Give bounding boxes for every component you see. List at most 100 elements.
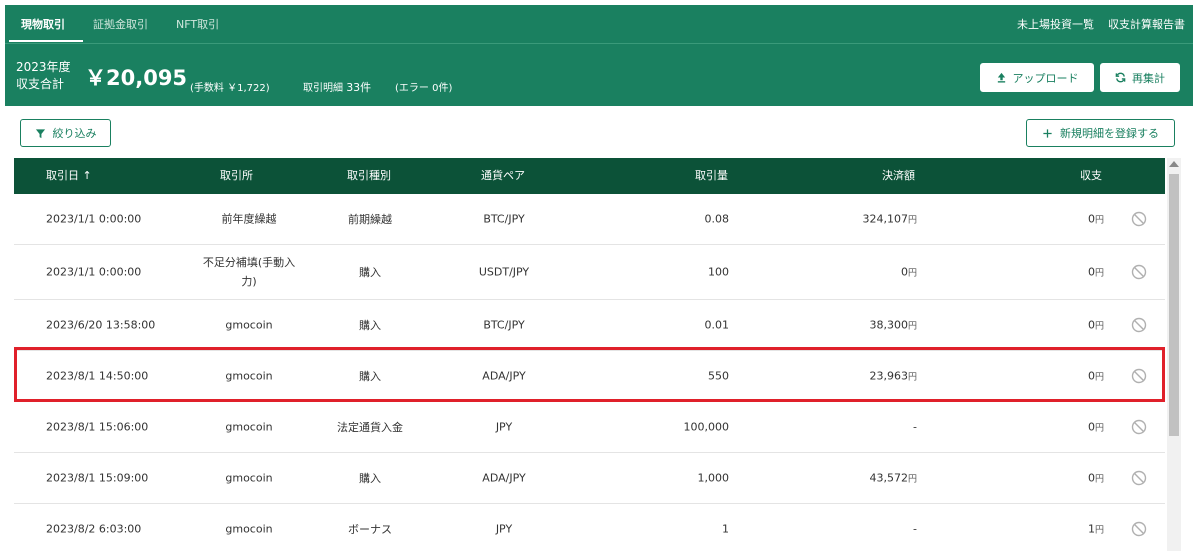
row-qty: 1 — [722, 522, 729, 536]
upload-button[interactable]: アップロード — [980, 63, 1094, 92]
table-row[interactable]: 2023/6/20 13:58:00 gmocoin 購入 BTC/JPY 0.01 38… — [14, 300, 1165, 351]
row-profit-value: 0 — [1087, 369, 1095, 383]
col-settle[interactable]: 決済額 — [882, 158, 915, 194]
row-profit-unit: 円 — [1094, 372, 1104, 383]
top-links: 未上場投資一覧 収支計算報告書 — [1011, 5, 1193, 43]
row-settle: 43,572円 — [774, 472, 917, 485]
row-profit-value: 0 — [1087, 471, 1095, 485]
row-type: 購入 — [359, 319, 381, 332]
disable-icon[interactable] — [1131, 211, 1147, 227]
table-row[interactable]: 2023/8/2 6:03:00 gmocoin ボーナス JPY 1-1円 — [14, 504, 1165, 551]
row-exchange-line1: gmocoin — [225, 420, 273, 434]
row-exchange-line1: 不足分補填(手動入 — [202, 256, 296, 269]
row-qty: 0.08 — [704, 212, 730, 226]
year-label: 2023年度 収支合計 — [16, 59, 71, 93]
tab-spot[interactable]: 現物取引 — [5, 5, 83, 43]
transactions-table: 取引日 ↑ 取引所 取引種別 通貨ペア 取引量 決済額 収支 2023/1/1 … — [14, 158, 1165, 551]
col-profit[interactable]: 収支 — [1080, 158, 1102, 194]
row-settle-unit: 円 — [907, 372, 917, 383]
table-header: 取引日 ↑ 取引所 取引種別 通貨ペア 取引量 決済額 収支 — [14, 158, 1165, 194]
row-qty: 100,000 — [683, 420, 730, 434]
row-profit-unit: 円 — [1094, 423, 1104, 434]
tab-margin[interactable]: 証拠金取引 — [79, 5, 162, 43]
refresh-icon — [1115, 72, 1126, 83]
row-exchange-line1: 前年度繰越 — [221, 212, 277, 226]
disable-icon[interactable] — [1131, 419, 1147, 435]
add-entry-button[interactable]: 新規明細を登録する — [1026, 119, 1175, 147]
row-type: 法定通貨入金 — [337, 421, 403, 434]
row-pair: JPY — [495, 522, 513, 536]
table-row[interactable]: 2023/8/1 15:09:00 gmocoin 購入 ADA/JPY 1,000 43… — [14, 453, 1165, 504]
row-exchange-line1: gmocoin — [225, 369, 273, 383]
row-profit-unit: 円 — [1094, 215, 1104, 226]
tab-nft[interactable]: NFT取引 — [162, 5, 233, 43]
total-label: 収支合計 — [16, 77, 65, 91]
detail-count-value: 33件 — [346, 81, 372, 94]
scrollbar-thumb[interactable] — [1169, 174, 1179, 436]
row-profit: 1円 — [1014, 523, 1104, 536]
row-date: 2023/8/1 14:50:00 — [46, 369, 149, 383]
disable-icon[interactable] — [1131, 521, 1147, 537]
col-pair[interactable]: 通貨ペア — [481, 158, 525, 194]
row-settle: 324,107円 — [774, 213, 917, 226]
fee-text: (手数料 ￥1,722) — [190, 83, 270, 94]
disable-icon[interactable] — [1131, 317, 1147, 333]
disable-icon[interactable] — [1131, 470, 1147, 486]
row-profit-unit: 円 — [1094, 321, 1104, 332]
row-qty: 0.01 — [704, 318, 730, 332]
table-row[interactable]: 2023/1/1 0:00:00 不足分補填(手動入 力) 購入 USDT/JPY 100… — [14, 245, 1165, 300]
row-exchange: 不足分補填(手動入 力) — [174, 253, 324, 291]
col-exchange[interactable]: 取引所 — [220, 158, 253, 194]
row-exchange-line1: gmocoin — [225, 471, 273, 485]
detail-count: 取引明細 33件 — [303, 79, 371, 95]
row-settle-unit: 円 — [907, 215, 917, 226]
row-settle-unit: 円 — [907, 474, 917, 485]
scroll-up-arrow[interactable] — [1169, 161, 1179, 167]
col-date[interactable]: 取引日 ↑ — [46, 158, 92, 194]
row-date: 2023/8/2 6:03:00 — [46, 522, 142, 536]
upload-icon — [997, 72, 1005, 83]
row-profit-unit: 円 — [1094, 525, 1104, 536]
col-type[interactable]: 取引種別 — [347, 158, 391, 194]
row-settle: 0円 — [774, 266, 917, 279]
table-body: 2023/1/1 0:00:00 前年度繰越 前期繰越 BTC/JPY 0.08 324,… — [14, 194, 1165, 551]
plus-icon — [1043, 128, 1052, 138]
row-profit-unit: 円 — [1094, 474, 1104, 485]
report-link[interactable]: 収支計算報告書 — [1102, 5, 1193, 43]
row-profit-unit: 円 — [1094, 268, 1104, 279]
filter-button[interactable]: 絞り込み — [20, 119, 111, 147]
row-profit: 0円 — [1014, 421, 1104, 434]
row-exchange: gmocoin — [174, 367, 324, 386]
disable-icon[interactable] — [1131, 264, 1147, 280]
row-exchange: gmocoin — [174, 520, 324, 539]
row-type: 購入 — [359, 370, 381, 383]
detail-label: 取引明細 — [303, 83, 343, 94]
row-settle: 23,963円 — [774, 370, 917, 383]
row-settle: - — [774, 523, 917, 536]
row-exchange-line1: gmocoin — [225, 522, 273, 536]
app-root: 現物取引 証拠金取引 NFT取引 未上場投資一覧 収支計算報告書 2023年度 … — [0, 0, 1195, 551]
row-settle-value: 38,300 — [869, 318, 908, 332]
row-exchange: gmocoin — [174, 418, 324, 437]
col-qty[interactable]: 取引量 — [695, 158, 728, 194]
table-row[interactable]: 2023/8/1 14:50:00 gmocoin 購入 ADA/JPY 550 23,9… — [14, 351, 1165, 402]
row-settle-value: - — [913, 420, 917, 434]
filter-icon — [35, 128, 45, 138]
header-bar: 現物取引 証拠金取引 NFT取引 未上場投資一覧 収支計算報告書 2023年度 … — [5, 5, 1193, 106]
add-entry-label: 新規明細を登録する — [1060, 127, 1159, 140]
row-profit: 0円 — [1014, 213, 1104, 226]
row-profit: 0円 — [1014, 472, 1104, 485]
row-settle: 38,300円 — [774, 319, 917, 332]
row-pair: ADA/JPY — [482, 471, 526, 485]
row-exchange: gmocoin — [174, 316, 324, 335]
disable-icon[interactable] — [1131, 368, 1147, 384]
unlisted-investments-link[interactable]: 未上場投資一覧 — [1011, 5, 1102, 43]
row-settle-value: 23,963 — [869, 369, 908, 383]
row-profit-value: 1 — [1087, 522, 1095, 536]
table-row[interactable]: 2023/8/1 15:06:00 gmocoin 法定通貨入金 JPY 100,000… — [14, 402, 1165, 453]
recalc-button[interactable]: 再集計 — [1100, 63, 1180, 92]
row-profit-value: 0 — [1087, 265, 1095, 279]
table-row[interactable]: 2023/1/1 0:00:00 前年度繰越 前期繰越 BTC/JPY 0.08 324,… — [14, 194, 1165, 245]
error-text: (エラー 0件) — [395, 83, 453, 94]
header-divider — [5, 43, 1193, 44]
